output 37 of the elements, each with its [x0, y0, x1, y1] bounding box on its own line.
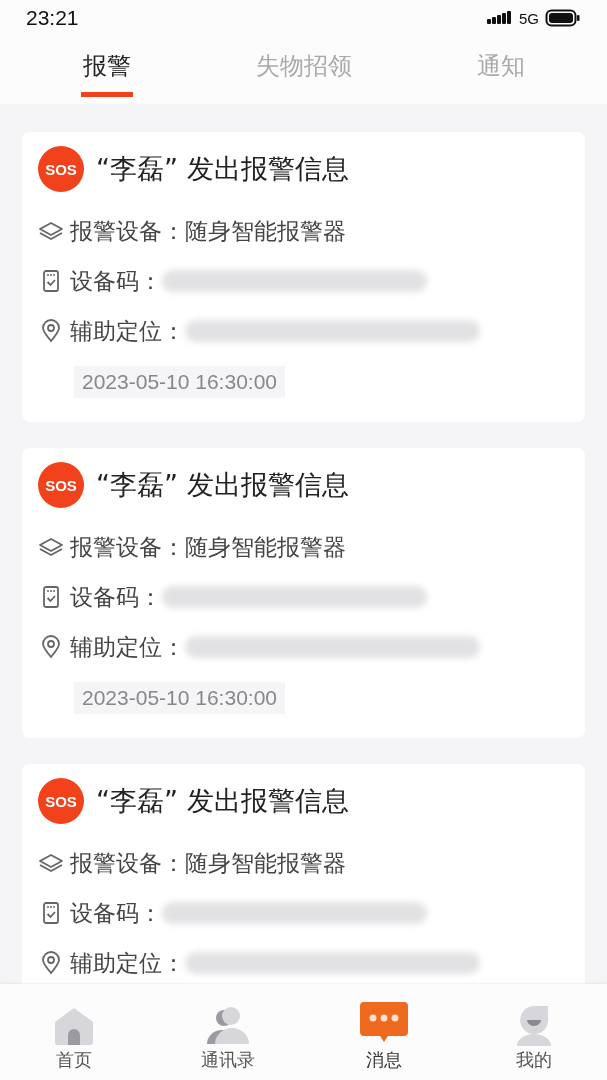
sos-badge: SOS: [38, 146, 84, 192]
alert-card[interactable]: SOS “李磊” 发出报警信息 报警设备：随身智能报警器 设备码： 辅助定位：: [22, 764, 585, 984]
signal-icon: [487, 10, 513, 26]
location-label: 辅助定位：: [70, 316, 185, 346]
location-label: 辅助定位：: [70, 632, 185, 662]
device-label: 报警设备：: [70, 216, 185, 246]
layers-icon: [38, 536, 64, 558]
battery-icon: [545, 9, 581, 27]
sos-badge: SOS: [38, 778, 84, 824]
nav-tab[interactable]: 首页: [44, 1006, 103, 1072]
layers-icon: [38, 220, 64, 242]
network-label: 5G: [519, 9, 539, 27]
device-value: 随身智能报警器: [185, 216, 346, 246]
code-label: 设备码：: [70, 582, 162, 612]
nav-tab[interactable]: 消息: [352, 1002, 417, 1072]
alert-timestamp: 2023-05-10 16:30:00: [74, 682, 285, 714]
status-time: 23:21: [26, 6, 79, 30]
location-label: 辅助定位：: [70, 948, 185, 978]
code-label: 设备码：: [70, 898, 162, 928]
home-icon: [52, 1006, 95, 1046]
alert-title: “李磊” 发出报警信息: [96, 468, 349, 502]
device-label: 报警设备：: [70, 532, 185, 562]
device-value: 随身智能报警器: [185, 532, 346, 562]
alert-timestamp: 2023-05-10 16:30:00: [74, 366, 285, 398]
person-icon: [204, 1006, 251, 1046]
category-tab[interactable]: 报警: [80, 43, 133, 97]
device-label: 报警设备：: [70, 848, 185, 878]
device-value: 随身智能报警器: [185, 848, 346, 878]
nav-tab[interactable]: 我的: [506, 1004, 563, 1072]
nav-tab[interactable]: 通讯录: [192, 1006, 263, 1072]
alert-card[interactable]: SOS “李磊” 发出报警信息 报警设备：随身智能报警器 设备码： 辅助定位： 2023-05-10 16:30:00: [22, 132, 585, 422]
alert-card[interactable]: SOS “李磊” 发出报警信息 报警设备：随身智能报警器 设备码： 辅助定位： 2023-05-10 16:30:00: [22, 448, 585, 738]
code-label: 设备码：: [70, 266, 162, 296]
alert-title: “李磊” 发出报警信息: [96, 152, 349, 186]
alert-title: “李磊” 发出报警信息: [96, 784, 349, 818]
layers-icon: [38, 852, 64, 874]
sos-badge: SOS: [38, 462, 84, 508]
